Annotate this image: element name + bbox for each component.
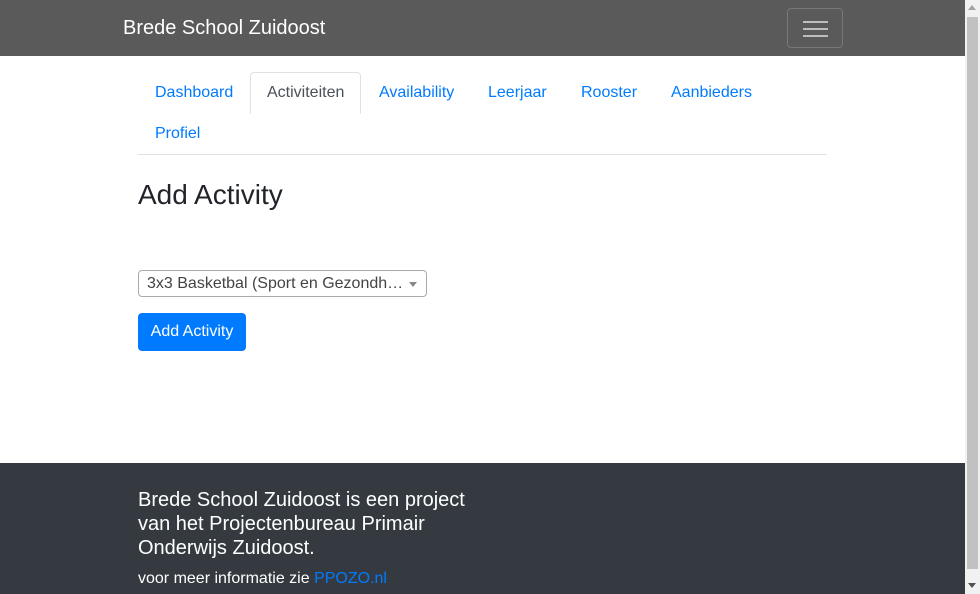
tab-aanbieders[interactable]: Aanbieders [654,72,769,114]
activity-select-value: 3x3 Basketbal (Sport en Gezondheid) [147,275,405,292]
tab-rooster[interactable]: Rooster [564,72,654,114]
scrollbar-thumb[interactable] [967,17,978,569]
dropdown-arrow-icon [409,282,417,287]
footer: Brede School Zuidoost is een project van… [0,463,965,594]
tab-activiteiten[interactable]: Activiteiten [250,72,362,114]
navbar: Brede School Zuidoost [0,0,965,56]
activity-select[interactable]: 3x3 Basketbal (Sport en Gezondheid) [138,270,427,297]
navbar-toggler-button[interactable] [787,8,843,48]
footer-info: voor meer informatie zie PPOZO.nl [138,569,387,588]
tab-profiel[interactable]: Profiel [138,113,217,155]
vertical-scrollbar[interactable] [965,0,980,594]
tab-availability[interactable]: Availability [362,72,471,114]
navbar-brand[interactable]: Brede School Zuidoost [123,16,325,40]
scroll-up-arrow-icon[interactable] [968,5,976,10]
footer-info-text: voor meer informatie zie [138,570,315,587]
add-activity-button[interactable]: Add Activity [138,313,246,351]
page-title: Add Activity [138,179,283,210]
tab-leerjaar[interactable]: Leerjaar [471,72,564,114]
footer-ppozo-link[interactable]: PPOZO.nl [314,570,387,587]
footer-lead-text: Brede School Zuidoost is een project van… [138,489,465,559]
tab-dashboard[interactable]: Dashboard [138,72,250,114]
nav-tabs: Dashboard Activiteiten Availability Leer… [138,72,827,155]
scroll-down-arrow-icon[interactable] [968,583,976,588]
